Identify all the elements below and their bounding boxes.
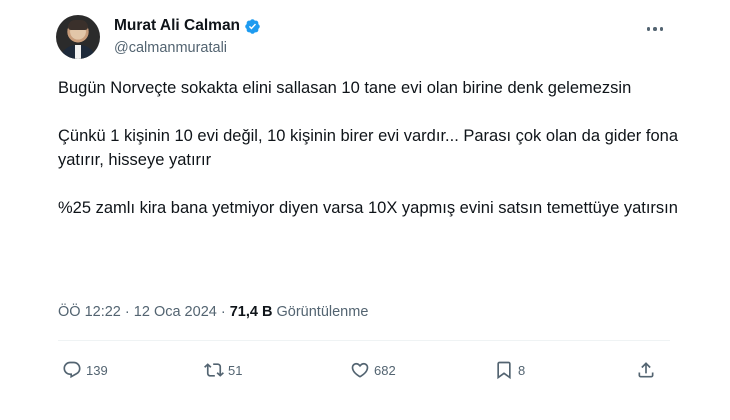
more-options-icon[interactable] — [642, 20, 668, 38]
tweet-metadata: ÖÖ 12:22 · 12 Oca 2024 · 71,4 B Görüntül… — [58, 304, 368, 320]
like-icon — [351, 362, 369, 378]
divider — [58, 340, 670, 341]
share-icon — [638, 362, 654, 378]
avatar-shirt — [75, 45, 81, 59]
tweet-paragraph: Bugün Norveçte sokakta elini sallasan 10… — [58, 79, 632, 97]
retweet-count: 51 — [228, 362, 243, 378]
author-name[interactable]: Murat Ali Calman — [114, 17, 240, 35]
avatar[interactable] — [56, 15, 100, 59]
tweet-time[interactable]: ÖÖ 12:22 — [58, 304, 121, 320]
views-count: 71,4 B — [229, 304, 273, 320]
reply-icon — [63, 361, 81, 379]
like-button[interactable]: 682 — [350, 356, 396, 384]
verified-badge-icon — [245, 18, 260, 34]
views-label: Görüntülenme — [276, 304, 369, 320]
retweet-icon — [204, 363, 224, 377]
bookmark-button[interactable]: 8 — [494, 356, 525, 384]
share-button[interactable] — [636, 356, 656, 384]
bookmark-count: 8 — [518, 362, 526, 378]
tweet-card: Murat Ali Calman @calmanmuratali Bugün N… — [0, 0, 730, 420]
action-bar: 139 51 682 8 — [58, 356, 670, 384]
tweet-paragraph: %25 zamlı kira bana yetmiyor diyen varsa… — [58, 199, 678, 217]
tweet-text: Bugün Norveçte sokakta elini sallasan 10… — [58, 76, 678, 244]
like-count: 682 — [374, 362, 396, 378]
avatar-hair — [68, 20, 88, 30]
retweet-button[interactable]: 51 — [204, 356, 242, 384]
reply-button[interactable]: 139 — [62, 356, 108, 384]
tweet-paragraph: Çünkü 1 kişinin 10 evi değil, 10 kişinin… — [58, 127, 678, 169]
meta-separator: · — [124, 304, 130, 320]
meta-separator: · — [220, 304, 226, 320]
author-name-row: Murat Ali Calman — [114, 17, 261, 35]
tweet-date[interactable]: 12 Oca 2024 — [134, 304, 217, 320]
reply-count: 139 — [86, 362, 108, 378]
author-handle[interactable]: @calmanmuratali — [114, 40, 227, 56]
bookmark-icon — [497, 361, 511, 380]
